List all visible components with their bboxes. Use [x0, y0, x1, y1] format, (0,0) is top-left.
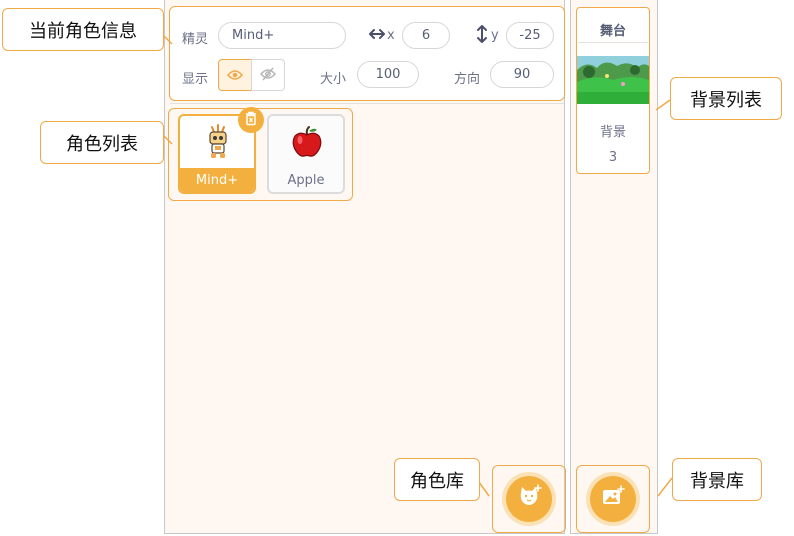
callout-text: 角色库	[410, 470, 464, 492]
callout-sprite-list: 角色列表	[40, 121, 164, 164]
callout-sprite-library: 角色库	[394, 458, 480, 501]
callout-current-sprite-info: 当前角色信息	[2, 8, 164, 51]
callout-text: 当前角色信息	[29, 20, 137, 42]
callout-text: 背景库	[690, 470, 744, 492]
callout-text: 角色列表	[66, 133, 138, 155]
callout-backdrop-list: 背景列表	[670, 77, 782, 120]
callout-backdrop-library: 背景库	[672, 458, 762, 501]
callout-text: 背景列表	[690, 89, 762, 111]
